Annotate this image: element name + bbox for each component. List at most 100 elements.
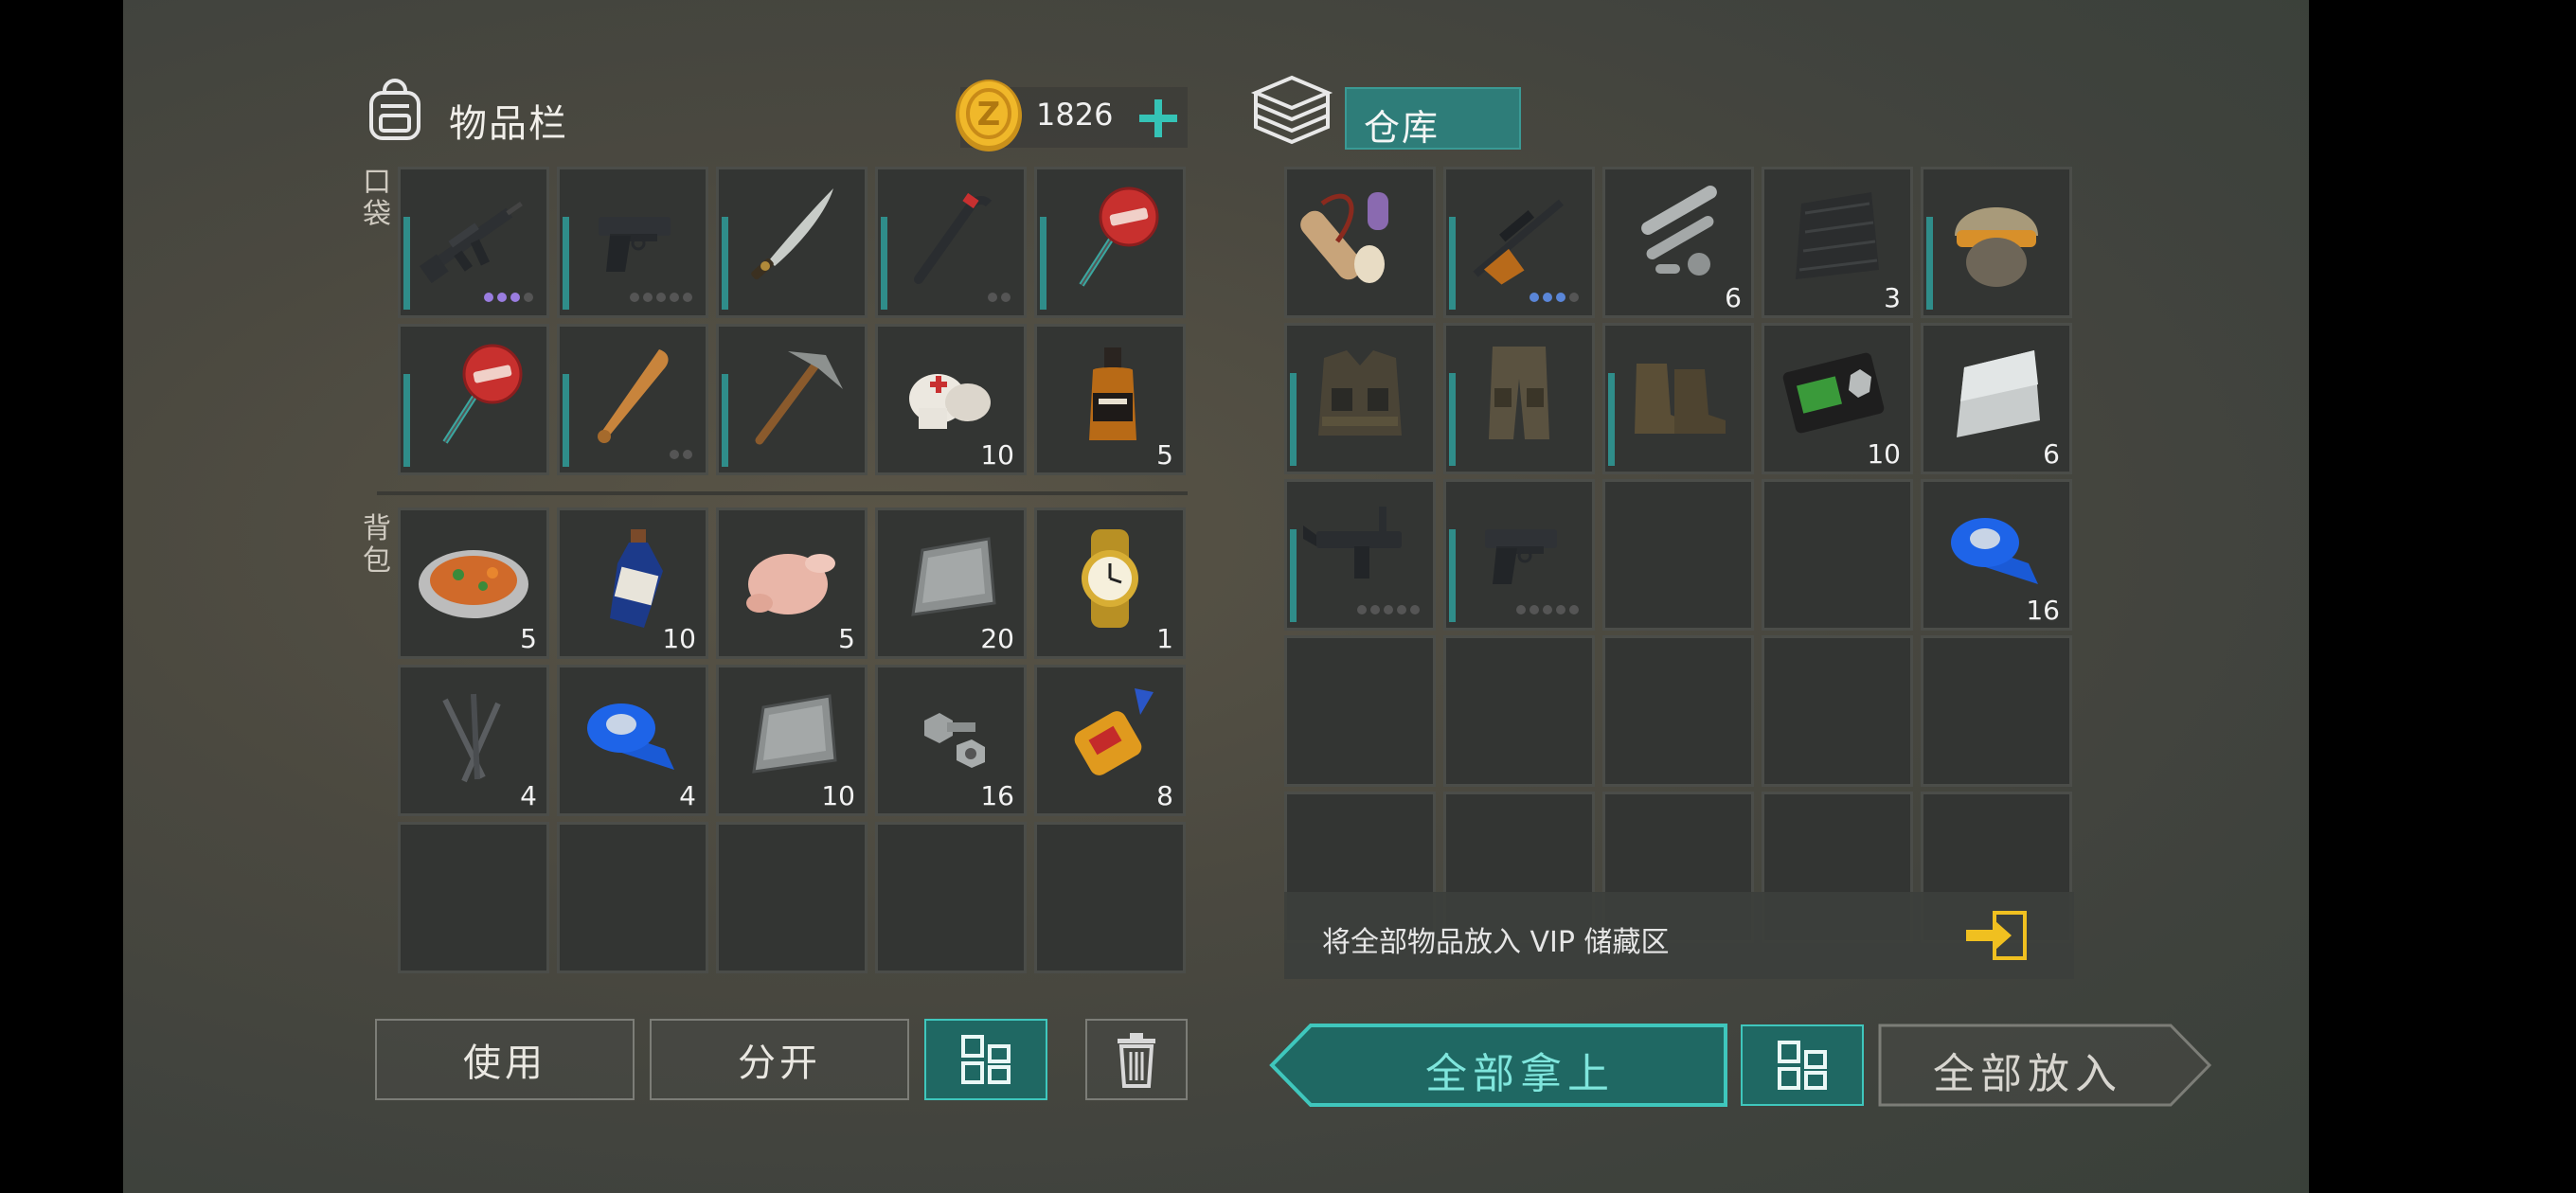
add-coins-button[interactable] — [1136, 97, 1180, 140]
storage-slot[interactable]: 16 — [1921, 479, 2072, 631]
storage-slot[interactable]: 3 — [1762, 167, 1913, 318]
duct-tape-icon — [1936, 497, 2057, 603]
backpack-slot[interactable]: 5 — [716, 507, 868, 659]
backpack-slot[interactable]: 10 — [716, 665, 868, 816]
item-count: 4 — [520, 780, 537, 811]
storage-slot[interactable] — [1443, 167, 1595, 318]
mod-slot-dot — [630, 293, 639, 302]
storage-slot[interactable] — [1284, 167, 1436, 318]
whiskey-icon — [1049, 342, 1171, 448]
warehouse-icon — [1250, 75, 1333, 145]
trash-button[interactable] — [1085, 1019, 1188, 1100]
inventory-title: 物品栏 — [449, 102, 568, 146]
storage-tab[interactable]: 仓库 — [1345, 87, 1521, 150]
pocket-slot[interactable] — [557, 167, 708, 318]
storage-slot[interactable] — [1443, 635, 1595, 787]
storage-slot[interactable]: 6 — [1602, 167, 1754, 318]
storage-slot[interactable] — [1602, 635, 1754, 787]
put-all-label: 全部放入 — [1933, 1050, 2122, 1098]
storage-sort-button[interactable] — [1741, 1024, 1864, 1106]
storage-slot[interactable] — [1602, 323, 1754, 474]
storage-slot[interactable] — [1921, 635, 2072, 787]
pocket-slot[interactable] — [716, 167, 868, 318]
storage-slot[interactable] — [1443, 479, 1595, 631]
combat-boots-icon — [1618, 341, 1739, 447]
item-count: 8 — [1156, 780, 1173, 811]
military-helmet-icon — [1936, 185, 2057, 291]
vip-storage-bar[interactable]: 将全部物品放入 VIP 储藏区 — [1284, 892, 2074, 979]
mod-slot-dots — [1357, 605, 1420, 614]
item-count: 5 — [520, 623, 537, 654]
storage-slot[interactable] — [1284, 635, 1436, 787]
backpack-slot[interactable]: 16 — [875, 665, 1027, 816]
item-count: 16 — [980, 780, 1014, 811]
backpack-slot[interactable] — [716, 822, 868, 973]
backpack-slot[interactable]: 4 — [398, 665, 549, 816]
storage-slot[interactable] — [1762, 635, 1913, 787]
tactical-vest-icon — [1299, 341, 1421, 447]
split-button[interactable]: 分开 — [650, 1019, 909, 1100]
svg-text:Z: Z — [977, 96, 1001, 134]
mod-slot-dots — [988, 293, 1011, 302]
storage-slot[interactable]: 6 — [1921, 323, 2072, 474]
mod-slot-dot — [643, 293, 653, 302]
pocket-slot[interactable]: 10 — [875, 324, 1027, 475]
storage-slot[interactable] — [1284, 323, 1436, 474]
scope-parts-icon — [1618, 185, 1739, 291]
pocket-slot[interactable] — [557, 324, 708, 475]
storage-slot[interactable] — [1443, 323, 1595, 474]
storage-slot[interactable] — [1602, 479, 1754, 631]
backpack-slot[interactable]: 4 — [557, 665, 708, 816]
backpack-slot[interactable]: 20 — [875, 507, 1027, 659]
uzi-icon — [1299, 497, 1421, 603]
inventory-sort-button[interactable] — [924, 1019, 1047, 1100]
use-button[interactable]: 使用 — [375, 1019, 635, 1100]
item-count: 1 — [1156, 623, 1173, 654]
tactical-pants-icon — [1458, 341, 1580, 447]
storage-slot[interactable]: 10 — [1762, 323, 1913, 474]
storage-slot[interactable] — [1762, 479, 1913, 631]
pocket-grid: 10 5 — [398, 167, 1186, 475]
pocket-slot[interactable] — [398, 324, 549, 475]
gold-watch-icon — [1049, 525, 1171, 632]
mod-slot-dot — [1543, 605, 1552, 614]
storage-title: 仓库 — [1364, 107, 1440, 149]
backpack-slot[interactable] — [557, 822, 708, 973]
backpack-slot[interactable] — [398, 822, 549, 973]
arrow-into-box-icon[interactable] — [1962, 909, 2029, 962]
item-count: 6 — [1725, 282, 1742, 313]
trash-icon — [1118, 1033, 1155, 1088]
backpack-slot[interactable]: 8 — [1034, 665, 1186, 816]
backpack-slot[interactable]: 5 — [398, 507, 549, 659]
pocket-backpack-divider — [377, 491, 1188, 495]
backpack-slot[interactable]: 1 — [1034, 507, 1186, 659]
crowbar-icon — [890, 185, 1011, 291]
pocket-slot[interactable] — [398, 167, 549, 318]
pocket-slot[interactable]: 5 — [1034, 324, 1186, 475]
backpack-slot[interactable] — [1034, 822, 1186, 973]
pocket-slot[interactable] — [1034, 167, 1186, 318]
storage-slot[interactable] — [1284, 479, 1436, 631]
coin-amount: 1826 — [1036, 97, 1114, 133]
stop-sign-icon — [413, 342, 534, 448]
backpack-icon — [369, 79, 420, 140]
mod-slot-dot — [1001, 293, 1011, 302]
item-count: 20 — [980, 623, 1014, 654]
pistol-icon — [572, 185, 693, 291]
item-count: 5 — [1156, 439, 1173, 471]
backpack-slot[interactable]: 10 — [557, 507, 708, 659]
storage-slot[interactable] — [1921, 167, 2072, 318]
raw-chicken-icon — [731, 525, 852, 632]
bandage-icon — [890, 342, 1011, 448]
duct-tape-icon — [572, 683, 693, 789]
mod-slot-dot — [1530, 605, 1539, 614]
coin-icon: Z — [956, 80, 1022, 151]
pocket-slot[interactable] — [875, 167, 1027, 318]
mod-slot-dot — [1357, 605, 1367, 614]
pocket-slot[interactable] — [716, 324, 868, 475]
metal-plate-icon — [731, 683, 852, 789]
steel-sheet-icon — [1936, 341, 2057, 447]
rolled-map-icon — [1299, 185, 1421, 291]
backpack-slot[interactable] — [875, 822, 1027, 973]
mod-slot-dot — [1556, 605, 1565, 614]
